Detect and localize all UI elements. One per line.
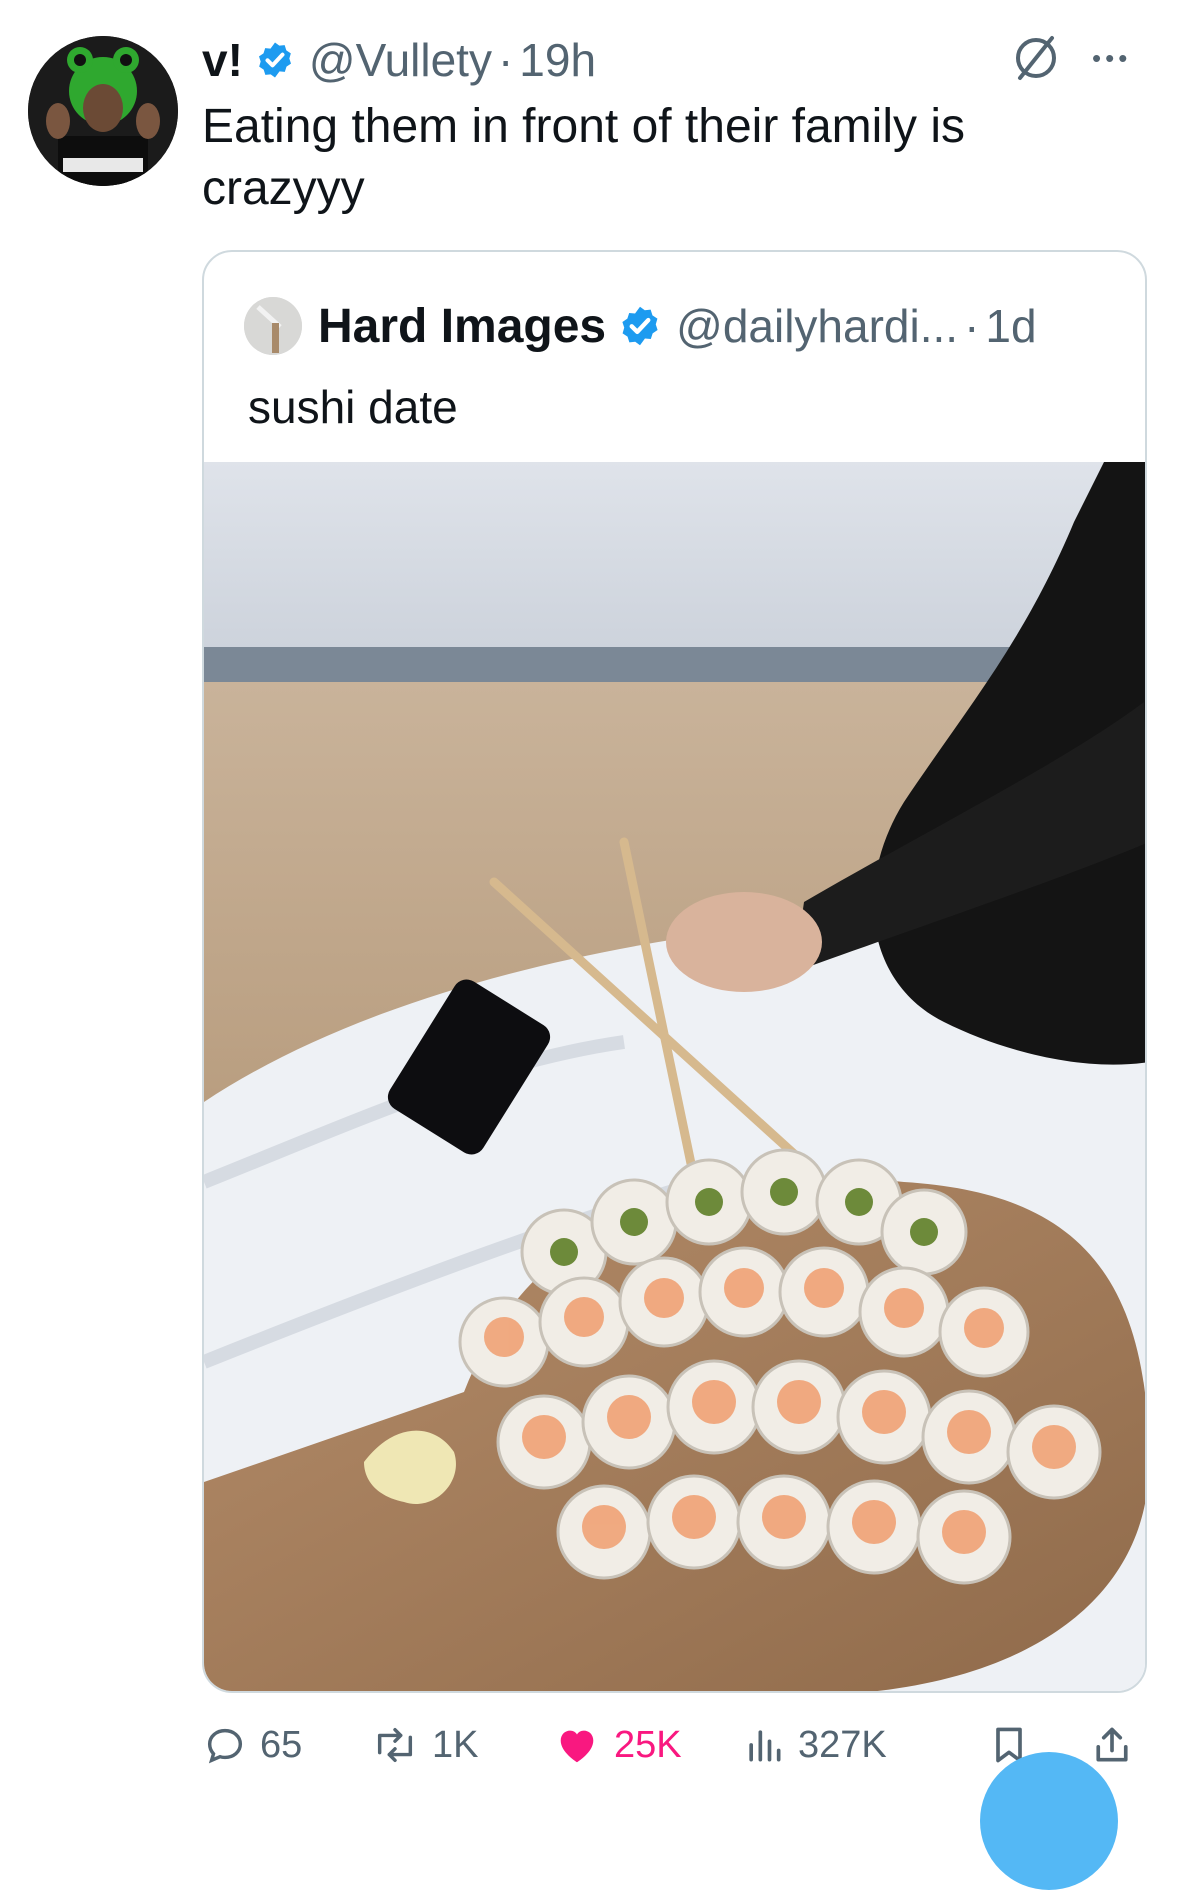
views-count: 327K — [798, 1723, 887, 1766]
avatar-image — [28, 36, 178, 186]
compose-fab-button[interactable] — [980, 1752, 1118, 1890]
tweet-text: Eating them in front of their family is … — [202, 100, 965, 215]
reply-button[interactable]: 65 — [202, 1710, 302, 1780]
grok-icon[interactable] — [1008, 30, 1064, 86]
more-options-icon[interactable]: ••• — [1092, 45, 1131, 71]
sushi-beach-photo[interactable] — [204, 462, 1147, 1693]
author-avatar[interactable] — [28, 36, 178, 186]
separator-dot: · — [497, 34, 514, 86]
reply-count: 65 — [260, 1723, 303, 1766]
author-handle[interactable]: @Vullety — [309, 33, 492, 87]
author-name[interactable]: v! — [202, 33, 243, 87]
quoted-tweet-header: Hard Images @dailyhardi... · 1d — [244, 296, 1037, 356]
quoted-author-handle[interactable]: @dailyhardi... — [676, 299, 958, 353]
verified-badge-icon — [258, 42, 291, 78]
quoted-author-name[interactable]: Hard Images — [318, 299, 606, 354]
tweet-timestamp[interactable]: 19h — [519, 33, 596, 87]
quoted-tweet-text: sushi date — [248, 381, 458, 433]
repost-count: 1K — [432, 1723, 479, 1766]
heart-filled-icon — [560, 1730, 594, 1763]
like-count: 25K — [614, 1723, 682, 1766]
views-chart-icon — [749, 1730, 781, 1762]
views-button[interactable]: 327K — [742, 1710, 887, 1780]
tweet-header: v! @Vullety · 19h — [202, 30, 596, 90]
sky — [204, 462, 1145, 647]
quoted-avatar-image — [244, 297, 302, 355]
quoted-tweet-timestamp[interactable]: 1d — [985, 299, 1036, 353]
reply-icon — [207, 1728, 243, 1764]
share-icon — [1096, 1727, 1128, 1762]
quoted-tweet-card[interactable]: Hard Images @dailyhardi... · 1d sushi da… — [202, 250, 1147, 1693]
like-button[interactable]: 25K — [552, 1710, 682, 1780]
repost-button[interactable]: 1K — [370, 1710, 478, 1780]
hand — [666, 892, 822, 992]
share-button[interactable] — [1090, 1710, 1146, 1780]
repost-icon — [377, 1727, 413, 1763]
quoted-verified-badge-icon — [622, 306, 658, 346]
quoted-separator-dot: · — [964, 300, 980, 352]
quoted-author-avatar[interactable] — [244, 297, 302, 355]
